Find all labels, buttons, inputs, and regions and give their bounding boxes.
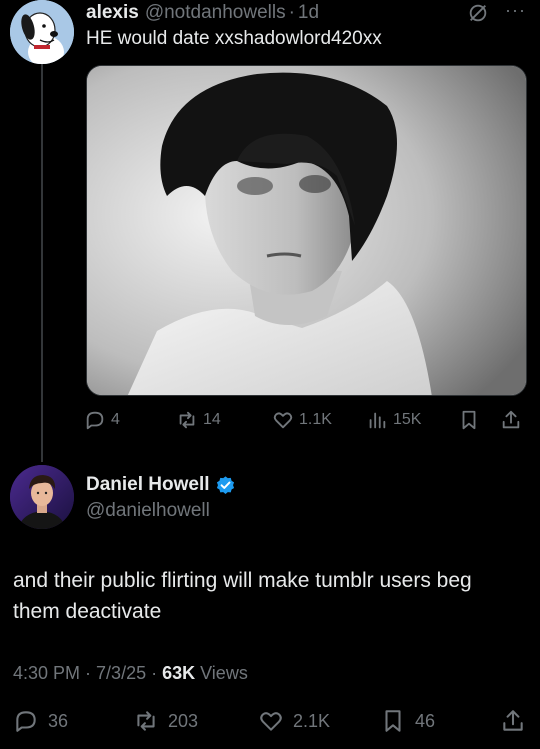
reply-icon (86, 411, 104, 430)
views-count: 63K (162, 663, 196, 683)
tweet-actions: 4 14 1.1K 15K (84, 404, 529, 436)
like-button[interactable]: 2.1K (258, 704, 330, 738)
reply-count: 36 (48, 710, 69, 731)
views-label: Views (195, 663, 248, 683)
repost-icon (179, 411, 195, 429)
share-button[interactable] (500, 704, 535, 738)
share-icon (503, 710, 523, 731)
avatar[interactable] (10, 0, 74, 64)
views-button[interactable]: 15K (366, 404, 421, 436)
repost-button[interactable]: 203 (133, 704, 198, 738)
thread-line (41, 64, 43, 462)
user-handle[interactable]: @danielhowell (86, 500, 210, 522)
views-count: 15K (393, 411, 422, 428)
bookmark-icon (385, 710, 401, 732)
timestamp[interactable]: 4:30 PM (13, 663, 80, 683)
views-chart-icon (369, 412, 386, 429)
repost-icon (137, 711, 155, 731)
like-button[interactable]: 1.1K (272, 404, 332, 436)
share-icon (502, 410, 520, 429)
daniel-avatar-image (10, 465, 74, 529)
heart-icon (260, 712, 282, 731)
repost-button[interactable]: 14 (176, 404, 221, 436)
tweet-text: and their public flirting will make tumb… (13, 569, 472, 623)
more-options-icon[interactable]: ··· (505, 1, 525, 19)
reply-button[interactable]: 36 (13, 704, 68, 738)
display-name-text: Daniel Howell (86, 474, 210, 495)
display-name[interactable]: alexis (86, 2, 139, 24)
like-count: 2.1K (293, 710, 331, 731)
reply-icon (16, 711, 36, 732)
date[interactable]: 7/3/25 (96, 663, 146, 683)
tweet-meta: 4:30 PM · 7/3/25 · 63K Views (13, 663, 248, 684)
tweet-text: HE would date xxshadowlord420xx (86, 28, 382, 49)
repost-count: 203 (168, 710, 199, 731)
heart-icon (273, 412, 293, 429)
avatar[interactable] (10, 465, 74, 529)
separator: · (146, 663, 163, 683)
bookmark-button[interactable]: 46 (380, 704, 435, 738)
reply-button[interactable]: 4 (84, 404, 120, 436)
share-button[interactable] (500, 404, 527, 436)
tweet-photo[interactable] (86, 65, 527, 396)
snoopy-avatar-image (10, 0, 74, 64)
repost-count: 14 (203, 411, 221, 428)
bookmark-button[interactable] (458, 404, 485, 436)
tweet-header: alexis @notdanhowells · 1d (86, 0, 319, 26)
separator: · (288, 2, 295, 23)
separator: · (80, 663, 97, 683)
tweet-actions: 36 203 2.1K 46 (0, 704, 540, 738)
grok-icon[interactable] (467, 2, 489, 24)
verified-badge-icon[interactable] (215, 475, 236, 496)
like-count: 1.1K (299, 411, 332, 428)
bookmark-icon (462, 410, 476, 430)
timestamp[interactable]: 1d (298, 2, 319, 24)
bookmark-count: 46 (415, 710, 436, 731)
reply-count: 4 (111, 411, 120, 428)
portrait-photo-image (87, 66, 526, 395)
user-handle[interactable]: @notdanhowells (145, 2, 286, 24)
display-name[interactable]: Daniel Howell (86, 474, 236, 496)
